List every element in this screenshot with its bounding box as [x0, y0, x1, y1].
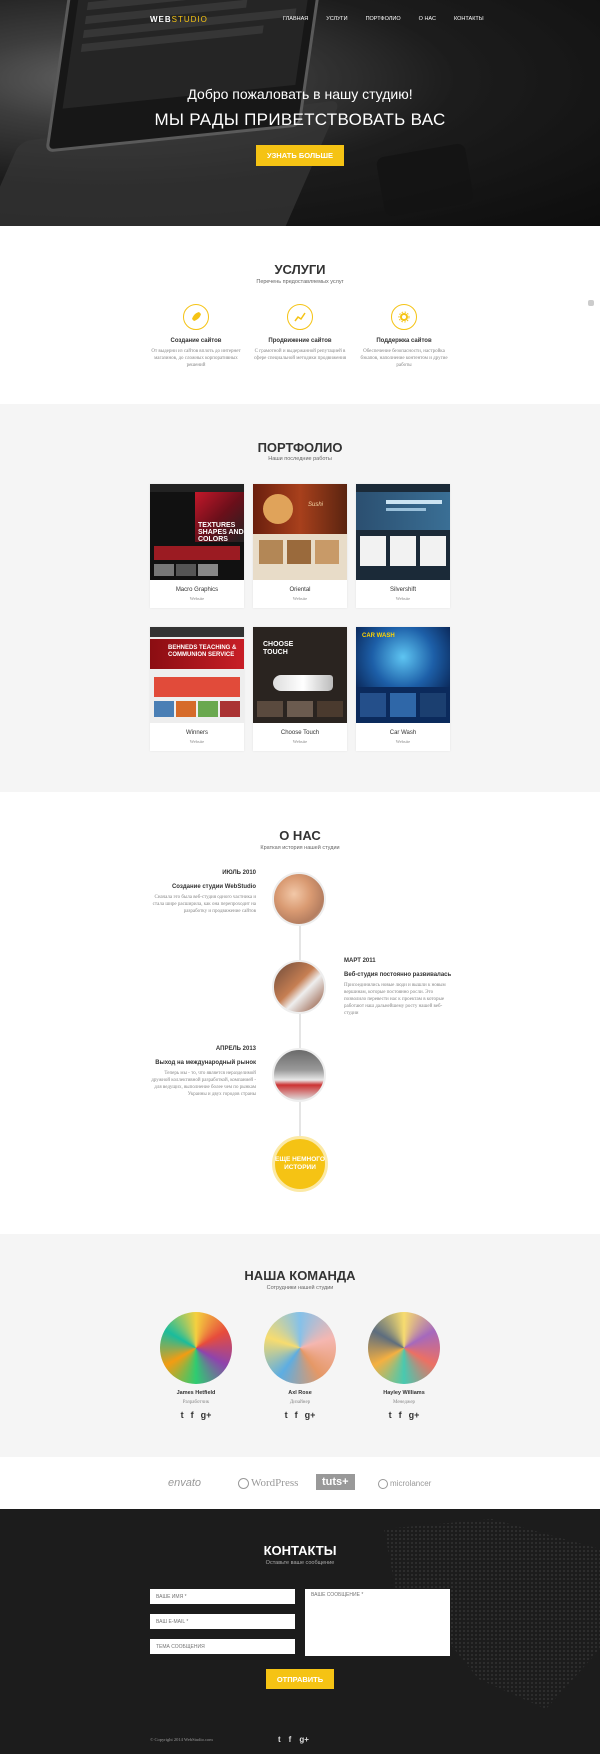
portfolio-thumbnail [356, 484, 450, 580]
partner-logo-envato[interactable]: envato [168, 1477, 201, 1489]
message-field[interactable] [305, 1589, 450, 1656]
timeline-event: АПРЕЛЬ 2013 Выход на международный рынок… [151, 1046, 256, 1097]
about-title: О НАС [279, 828, 321, 843]
avatar [160, 1312, 232, 1384]
portfolio-item[interactable]: CAR WASH Car Wash Website [356, 627, 450, 751]
twitter-icon[interactable]: t [285, 1410, 288, 1420]
google-plus-icon[interactable]: g+ [299, 1735, 309, 1744]
contacts-subtitle: Оставьте ваше сообщение [265, 1560, 335, 1566]
portfolio-thumbnail: TEXTURES SHAPES AND COLORS [150, 484, 244, 580]
service-item: Поддержка сайтов Обеспечение безопасност… [354, 304, 454, 369]
partners-bar: envato WordPress tuts+ microlancer [0, 1457, 600, 1509]
services-section: УСЛУГИ Перечень предоставляемых услуг Со… [0, 226, 600, 404]
google-plus-icon[interactable]: g+ [409, 1410, 420, 1420]
timeline-event: МАРТ 2011 Веб-студия постоянно развивала… [344, 958, 452, 1016]
team-title: НАША КОМАНДА [244, 1268, 356, 1283]
gear-icon [391, 304, 417, 330]
services-title: УСЛУГИ [274, 262, 326, 277]
rocket-icon [183, 304, 209, 330]
timeline-image [272, 1048, 326, 1102]
team-member: James Hetfield Разработчик t f g+ [151, 1312, 241, 1420]
contacts-section: КОНТАКТЫ Оставьте ваше сообщение ОТПРАВИ… [0, 1509, 600, 1754]
chart-icon [287, 304, 313, 330]
send-button[interactable]: ОТПРАВИТЬ [266, 1669, 334, 1689]
hero-section: WEBSTUDIO ГЛАВНАЯ УСЛУГИ ПОРТФОЛИО О НАС… [0, 0, 600, 226]
avatar [264, 1312, 336, 1384]
portfolio-item[interactable]: Silvershift Website [356, 484, 450, 608]
timeline-image [272, 872, 326, 926]
nav-item-services[interactable]: УСЛУГИ [326, 16, 347, 22]
nav-item-contacts[interactable]: КОНТАКТЫ [454, 16, 484, 22]
portfolio-title: ПОРТФОЛИО [257, 440, 343, 455]
side-widget-icon[interactable] [588, 300, 594, 306]
portfolio-item[interactable]: TEXTURES SHAPES AND COLORS Macro Graphics … [150, 484, 244, 608]
facebook-icon[interactable]: f [295, 1410, 298, 1420]
team-member: Axl Rose Дизайнер t f g+ [255, 1312, 345, 1420]
service-item: Создание сайтов От выдерни из сайтов впл… [146, 304, 246, 369]
twitter-icon[interactable]: t [389, 1410, 392, 1420]
hero-headline: МЫ РАДЫ ПРИВЕТСТВОВАТЬ ВАС [154, 110, 446, 129]
services-subtitle: Перечень предоставляемых услуг [256, 279, 344, 285]
facebook-icon[interactable]: f [399, 1410, 402, 1420]
more-history-button[interactable]: ЕЩЕ НЕМНОГО ИСТОРИИ [272, 1136, 328, 1192]
copyright: © Copyright 2014 WebStudio.com [150, 1737, 213, 1742]
google-plus-icon[interactable]: g+ [305, 1410, 316, 1420]
email-field[interactable] [150, 1614, 295, 1629]
team-subtitle: Сотрудники нашей студии [266, 1285, 334, 1291]
subject-field[interactable] [150, 1639, 295, 1654]
timeline-event: ИЮЛЬ 2010 Создание студии WebStudio Снач… [152, 870, 256, 914]
portfolio-thumbnail: CHOOSE TOUCH [253, 627, 347, 723]
service-item: Продвижение сайтов С грамотной и выдержа… [250, 304, 350, 362]
main-nav: ГЛАВНАЯ УСЛУГИ ПОРТФОЛИО О НАС КОНТАКТЫ [283, 16, 484, 22]
partner-logo-tuts[interactable]: tuts+ [316, 1474, 355, 1490]
portfolio-thumbnail: CAR WASH [356, 627, 450, 723]
contacts-title: КОНТАКТЫ [263, 1543, 337, 1558]
portfolio-thumbnail: BEHNEDS TEACHING & COMMUNION SERVICE [150, 627, 244, 723]
facebook-icon[interactable]: f [289, 1735, 292, 1744]
portfolio-item[interactable]: BEHNEDS TEACHING & COMMUNION SERVICE Winn… [150, 627, 244, 751]
nav-item-about[interactable]: О НАС [419, 16, 436, 22]
name-field[interactable] [150, 1589, 295, 1604]
partner-logo-wordpress[interactable]: WordPress [238, 1477, 298, 1489]
avatar [368, 1312, 440, 1384]
portfolio-item[interactable]: Sushi Oriental Website [253, 484, 347, 608]
twitter-icon[interactable]: t [181, 1410, 184, 1420]
facebook-icon[interactable]: f [191, 1410, 194, 1420]
nav-item-portfolio[interactable]: ПОРТФОЛИО [366, 16, 401, 22]
logo[interactable]: WEBSTUDIO [150, 15, 208, 24]
team-member: Hayley Williams Менеджер t f g+ [359, 1312, 449, 1420]
nav-item-home[interactable]: ГЛАВНАЯ [283, 16, 308, 22]
timeline-image [272, 960, 326, 1014]
partner-logo-microlancer[interactable]: microlancer [378, 1479, 431, 1489]
learn-more-button[interactable]: УЗНАТЬ БОЛЬШЕ [256, 145, 344, 166]
portfolio-item[interactable]: CHOOSE TOUCH Choose Touch Website [253, 627, 347, 751]
team-section: НАША КОМАНДА Сотрудники нашей студии Jam… [0, 1234, 600, 1457]
about-subtitle: Краткая история нашей студии [260, 845, 340, 851]
timeline-line [299, 895, 301, 1145]
portfolio-thumbnail: Sushi [253, 484, 347, 580]
portfolio-subtitle: Наши последние работы [268, 456, 332, 462]
portfolio-section: ПОРТФОЛИО Наши последние работы TEXTURES… [0, 404, 600, 792]
hero-welcome: Добро пожаловать в нашу студию! [187, 86, 413, 102]
twitter-icon[interactable]: t [278, 1735, 281, 1744]
google-plus-icon[interactable]: g+ [201, 1410, 212, 1420]
footer-socials: t f g+ [278, 1735, 309, 1744]
